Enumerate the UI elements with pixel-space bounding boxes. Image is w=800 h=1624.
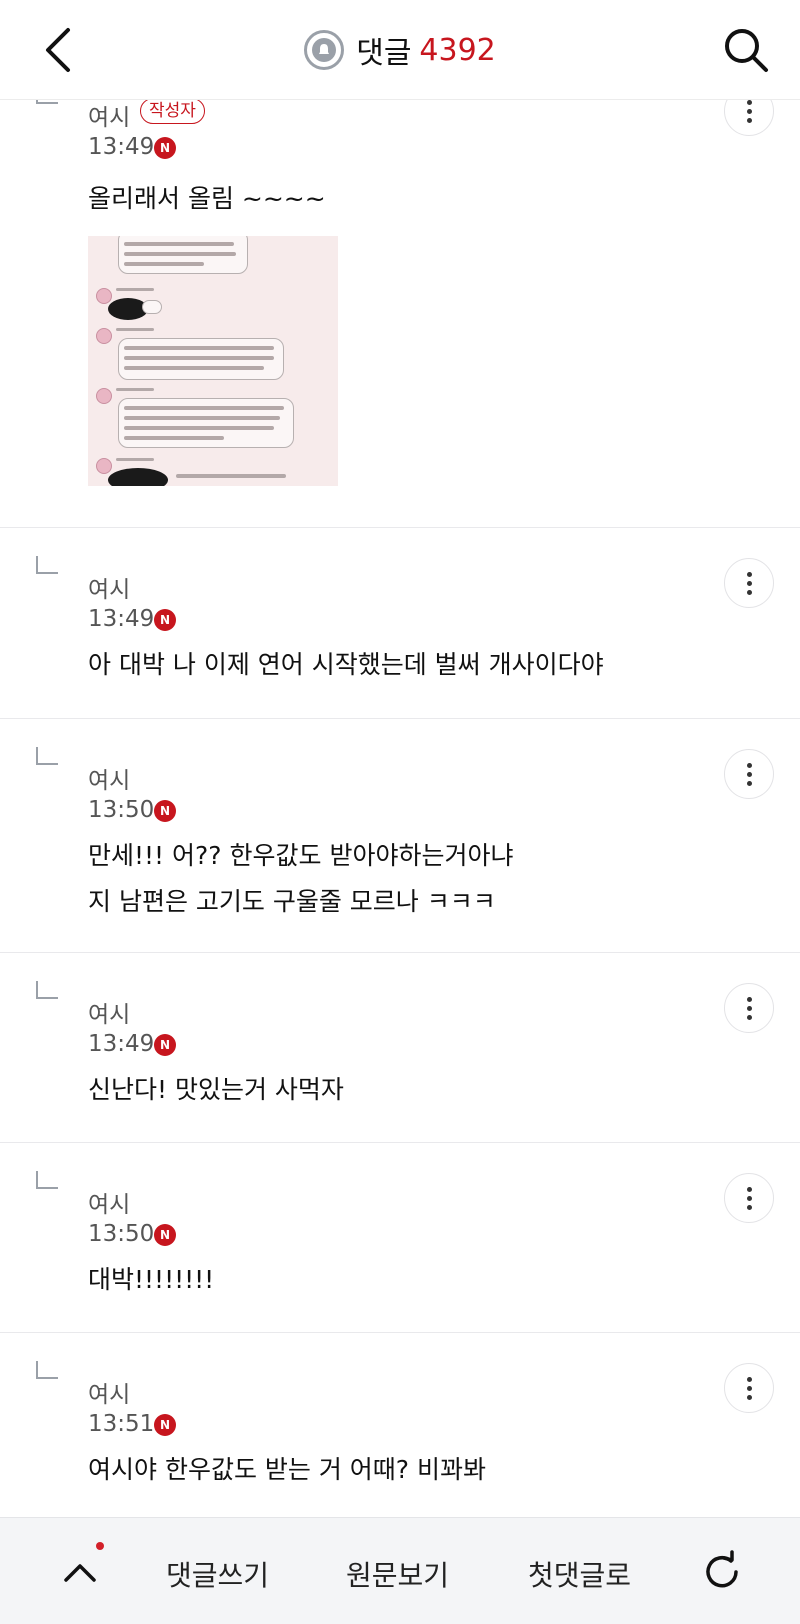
scroll-top-button[interactable] [52,1544,108,1600]
bottom-toolbar: 댓글쓰기 원문보기 첫댓글로 [0,1517,800,1624]
more-vertical-icon [746,1376,752,1400]
comment-author[interactable]: 여시 [88,98,130,132]
refresh-icon [706,1550,738,1588]
comment-item: 여시 작성자 13:49 N 올리래서 올림 ~~~~ [0,86,800,528]
comment-time: 13:49 [88,134,155,160]
more-options-button[interactable] [724,558,774,608]
comment-author[interactable]: 여시 [88,1185,130,1219]
attached-image[interactable] [88,236,338,486]
comment-author[interactable]: 여시 [88,1375,130,1409]
comment-time: 13:49 [88,1031,155,1057]
comment-item: 여시 13:49 N 아 대박 나 이제 연어 시작했는데 벌써 개사이다야 [0,528,800,719]
new-badge: N [154,1224,176,1246]
bell-icon[interactable] [304,30,345,70]
comment-text: 여시야 한우값도 받는 거 어때? 비꽈봐 [88,1455,487,1484]
title-label: 댓글 [356,36,412,71]
refresh-button[interactable] [694,1544,750,1600]
comment-text: 올리래서 올림 ~~~~ [88,184,326,213]
write-comment-button[interactable]: 댓글쓰기 [166,1554,269,1594]
comment-item: 여시 13:50 N 만세!!! 어?? 한우값도 받아야하는거아냐 지 남편은… [0,719,800,953]
more-vertical-icon [746,1186,752,1210]
comment-item: 여시 13:50 N 대박!!!!!!!! [0,1143,800,1333]
new-badge: N [154,800,176,822]
author-badge: 작성자 [140,98,205,124]
more-options-button[interactable] [724,983,774,1033]
comment-time: 13:51 [88,1411,155,1437]
comment-time: 13:50 [88,797,155,823]
view-original-button[interactable]: 원문보기 [346,1554,449,1594]
more-vertical-icon [746,99,752,123]
reply-indicator-icon [36,747,58,765]
reply-indicator-icon [36,556,58,574]
comment-text: 만세!!! 어?? 한우값도 받아야하는거아냐 지 남편은 고기도 구울줄 모르… [88,841,514,916]
reply-indicator-icon [36,981,58,999]
new-badge: N [154,609,176,631]
search-icon [725,29,768,72]
comment-author[interactable]: 여시 [88,761,130,795]
new-badge: N [154,1414,176,1436]
new-badge: N [154,1034,176,1056]
chevron-up-icon [64,1564,96,1582]
comment-text: 아 대박 나 이제 연어 시작했는데 벌써 개사이다야 [88,650,604,679]
comment-item: 여시 13:49 N 신난다! 맛있는거 사먹자 [0,953,800,1143]
comment-text: 신난다! 맛있는거 사먹자 [88,1075,344,1104]
top-bar: 댓글 4392 [0,0,800,100]
page-title: 댓글 4392 [0,26,800,74]
first-comment-button[interactable]: 첫댓글로 [528,1554,631,1594]
comment-author[interactable]: 여시 [88,995,130,1029]
more-options-button[interactable] [724,1363,774,1413]
more-options-button[interactable] [724,1173,774,1223]
comment-time: 13:50 [88,1221,155,1247]
search-button[interactable] [718,22,774,78]
comment-text: 대박!!!!!!!! [88,1265,215,1294]
more-vertical-icon [746,996,752,1020]
reply-indicator-icon [36,1171,58,1189]
notification-dot [96,1542,104,1550]
comment-item: 여시 13:51 N 여시야 한우값도 받는 거 어때? 비꽈봐 [0,1333,800,1517]
comment-author[interactable]: 여시 [88,570,130,604]
reply-indicator-icon [36,1361,58,1379]
comment-time: 13:49 [88,606,155,632]
more-vertical-icon [746,762,752,786]
new-badge: N [154,137,176,159]
more-vertical-icon [746,571,752,595]
comment-count: 4392 [419,32,496,68]
more-options-button[interactable] [724,749,774,799]
